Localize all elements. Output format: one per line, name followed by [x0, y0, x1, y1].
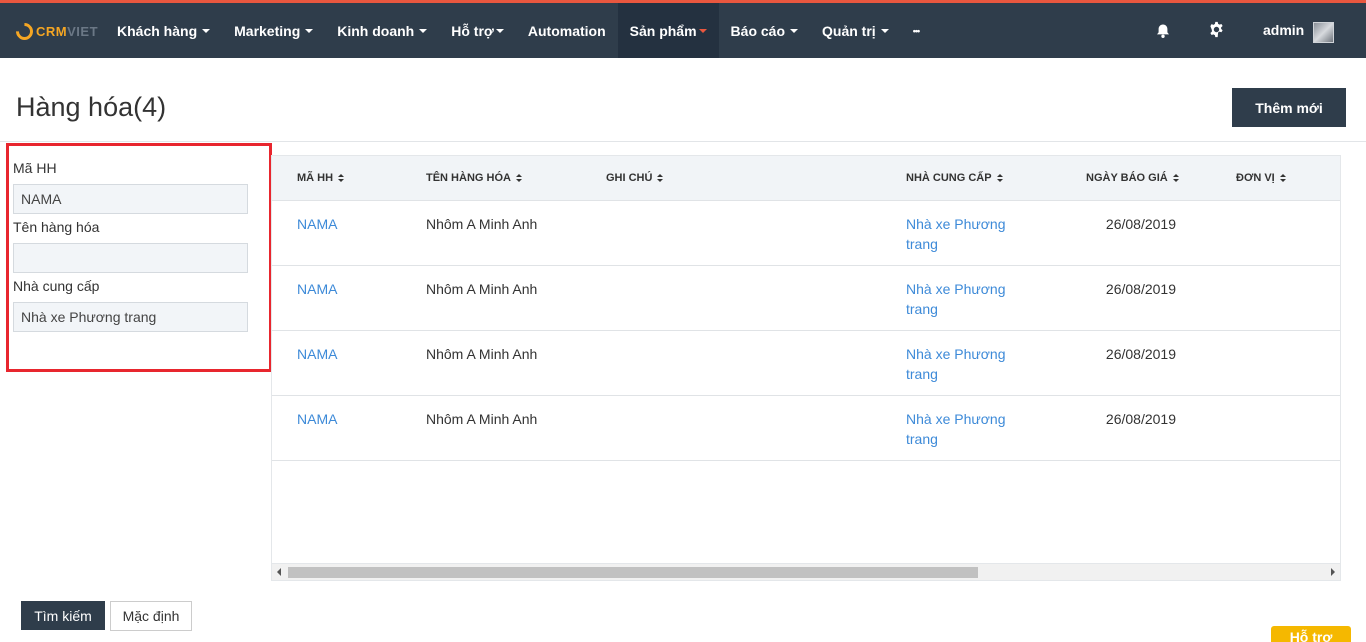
caret-down-icon — [305, 28, 314, 33]
logo-text-primary: CRM — [36, 23, 68, 39]
product-name: Nhôm A Minh Anh — [426, 281, 538, 297]
supplier-line: trang — [906, 431, 938, 447]
sort-icon — [338, 173, 345, 183]
crmviet-logo[interactable]: CRM VIET — [12, 18, 99, 44]
reset-default-button[interactable]: Mặc định — [110, 601, 192, 631]
caret-down-icon — [790, 28, 799, 33]
nav-marketing[interactable]: Marketing — [222, 3, 325, 58]
code-filter-label: Mã HH — [13, 160, 57, 176]
product-name: Nhôm A Minh Anh — [426, 411, 538, 427]
table-row[interactable]: NAMA Nhôm A Minh Anh Nhà xe Phương trang … — [272, 266, 1340, 331]
sort-icon — [1279, 173, 1286, 183]
nav-quan-tri[interactable]: Quản trị — [810, 3, 901, 58]
add-new-button[interactable]: Thêm mới — [1232, 88, 1346, 127]
quote-date: 26/08/2019 — [1105, 346, 1176, 362]
top-navbar: CRM VIET Khách hàng Marketing Kinh doanh… — [0, 0, 1366, 58]
nav-bao-cao[interactable]: Báo cáo — [719, 3, 810, 58]
horizontal-scrollbar[interactable] — [271, 563, 1341, 581]
caret-down-icon — [698, 28, 707, 33]
nav-label: Quản trị — [822, 22, 876, 39]
col-header-quote-date[interactable]: NGÀY BÁO GIÁ — [1086, 172, 1179, 184]
nav-label: Marketing — [234, 22, 301, 39]
col-header-name[interactable]: TÊN HÀNG HÓA — [426, 172, 522, 184]
quote-date: 26/08/2019 — [1105, 216, 1176, 232]
col-header-label: TÊN HÀNG HÓA — [426, 172, 511, 184]
more-icon: ••• — [912, 25, 921, 36]
caret-down-icon — [419, 28, 428, 33]
nav-label: Kinh doanh — [337, 22, 415, 39]
bell-icon[interactable] — [1155, 23, 1171, 39]
table-header: MÃ HH TÊN HÀNG HÓA GHI CHÚ NHÀ CUNG CẤP … — [272, 156, 1340, 201]
products-table: MÃ HH TÊN HÀNG HÓA GHI CHÚ NHÀ CUNG CẤP … — [271, 155, 1341, 581]
supplier-line: Nhà xe Phương — [906, 216, 1006, 232]
caret-down-icon — [880, 28, 889, 33]
supplier-line: Nhà xe Phương — [906, 346, 1006, 362]
caret-down-icon — [202, 28, 211, 33]
product-code-link[interactable]: NAMA — [297, 279, 337, 299]
supplier-line: Nhà xe Phương — [906, 281, 1006, 297]
sort-icon — [996, 173, 1003, 183]
nav-khach-hang[interactable]: Khách hàng — [105, 3, 222, 58]
supplier-filter-input[interactable] — [13, 302, 248, 332]
product-name: Nhôm A Minh Anh — [426, 346, 538, 362]
supplier-link[interactable]: Nhà xe Phương trang — [906, 214, 1036, 254]
nav-label: Sản phẩm — [629, 22, 697, 39]
sort-icon — [515, 173, 522, 183]
code-filter-input[interactable] — [13, 184, 248, 214]
supplier-line: trang — [906, 236, 938, 252]
avatar[interactable] — [1313, 22, 1334, 43]
col-header-label: NGÀY BÁO GIÁ — [1086, 172, 1168, 184]
scroll-left-icon[interactable] — [277, 568, 281, 576]
gear-icon[interactable] — [1208, 21, 1225, 38]
product-code-link[interactable]: NAMA — [297, 409, 337, 429]
table-row[interactable]: NAMA Nhôm A Minh Anh Nhà xe Phương trang … — [272, 396, 1340, 461]
col-header-label: ĐƠN VỊ — [1236, 172, 1275, 184]
nav-label: Báo cáo — [730, 22, 786, 39]
table-row[interactable]: NAMA Nhôm A Minh Anh Nhà xe Phương trang … — [272, 201, 1340, 266]
logo-ring-icon — [12, 18, 37, 44]
search-button[interactable]: Tìm kiếm — [21, 601, 105, 630]
help-button[interactable]: Hỗ trợ — [1271, 626, 1351, 642]
caret-down-icon — [495, 28, 504, 33]
quote-date: 26/08/2019 — [1105, 411, 1176, 427]
nav-kinh-doanh[interactable]: Kinh doanh — [325, 3, 439, 58]
supplier-line: trang — [906, 301, 938, 317]
nav-ho-tro[interactable]: Hỗ trợ — [439, 3, 516, 58]
user-name[interactable]: admin — [1263, 22, 1304, 38]
supplier-link[interactable]: Nhà xe Phương trang — [906, 279, 1036, 319]
header-divider — [0, 141, 1366, 142]
nav-san-pham[interactable]: Sản phẩm — [617, 3, 719, 58]
nav-automation[interactable]: Automation — [516, 3, 618, 58]
supplier-link[interactable]: Nhà xe Phương trang — [906, 409, 1036, 449]
sort-icon — [1172, 173, 1179, 183]
col-header-unit[interactable]: ĐƠN VỊ — [1236, 172, 1286, 184]
scrollbar-thumb[interactable] — [288, 567, 978, 578]
nav-label: Hỗ trợ — [451, 22, 494, 39]
name-filter-label: Tên hàng hóa — [13, 219, 100, 235]
nav-more[interactable]: ••• — [901, 3, 931, 58]
supplier-line: Nhà xe Phương — [906, 411, 1006, 427]
sort-icon — [657, 173, 664, 183]
nav-label: Khách hàng — [117, 22, 198, 39]
scroll-right-icon[interactable] — [1331, 568, 1335, 576]
name-filter-input[interactable] — [13, 243, 248, 273]
product-code-link[interactable]: NAMA — [297, 214, 337, 234]
supplier-filter-label: Nhà cung cấp — [13, 278, 100, 294]
col-header-label: MÃ HH — [297, 172, 334, 184]
product-name: Nhôm A Minh Anh — [426, 216, 538, 232]
supplier-line: trang — [906, 366, 938, 382]
logo-text-secondary: VIET — [67, 23, 99, 39]
product-code-link[interactable]: NAMA — [297, 344, 337, 364]
col-header-label: GHI CHÚ — [606, 172, 653, 184]
page-title: Hàng hóa(4) — [16, 92, 167, 122]
table-row[interactable]: NAMA Nhôm A Minh Anh Nhà xe Phương trang … — [272, 331, 1340, 396]
col-header-code[interactable]: MÃ HH — [297, 172, 345, 184]
supplier-link[interactable]: Nhà xe Phương trang — [906, 344, 1036, 384]
col-header-label: NHÀ CUNG CẤP — [906, 172, 992, 184]
nav-label: Automation — [527, 22, 606, 39]
main-nav: Khách hàng Marketing Kinh doanh Hỗ trợ A… — [105, 3, 931, 58]
col-header-supplier[interactable]: NHÀ CUNG CẤP — [906, 172, 1003, 184]
quote-date: 26/08/2019 — [1105, 281, 1176, 297]
col-header-note[interactable]: GHI CHÚ — [606, 172, 664, 184]
